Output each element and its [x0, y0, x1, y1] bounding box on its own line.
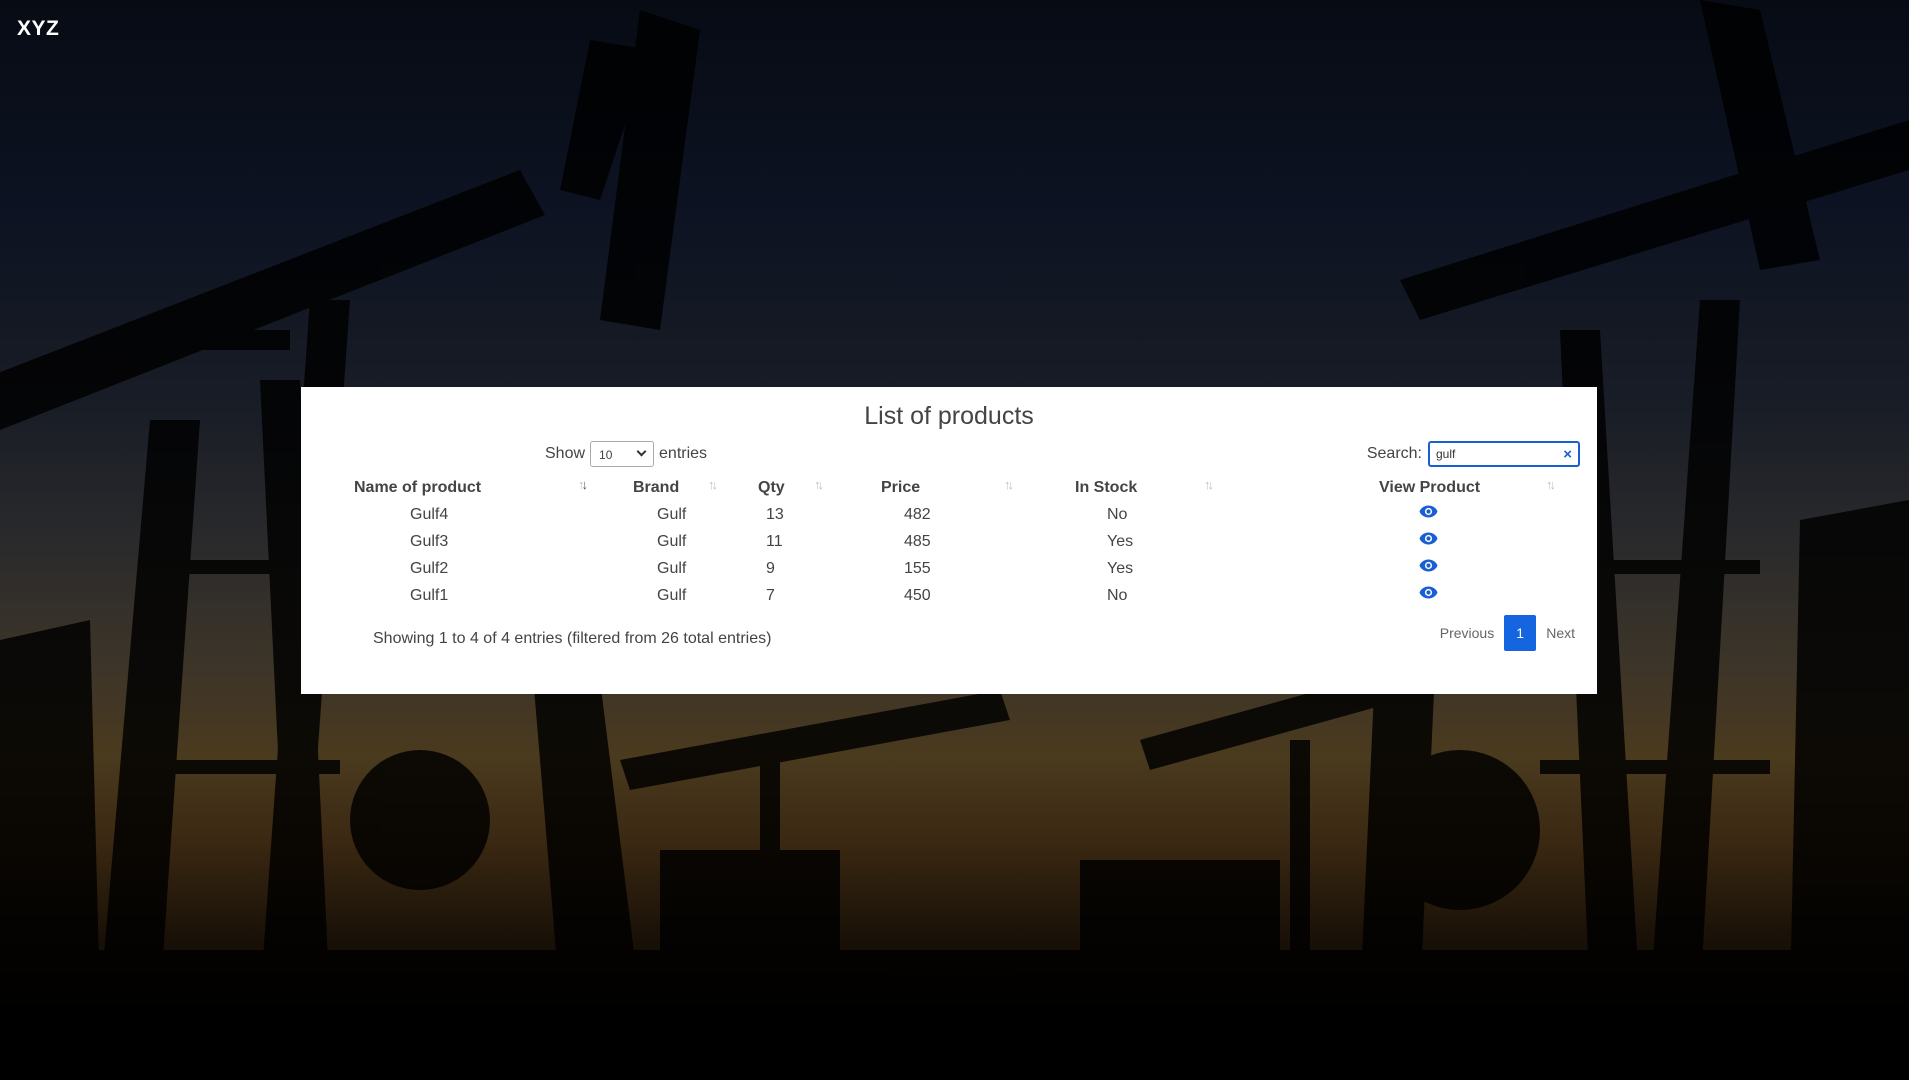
show-label: Show [545, 445, 586, 462]
eye-icon[interactable] [1419, 559, 1438, 577]
cell-price: 482 [904, 505, 931, 523]
brand-logo[interactable]: XYZ [17, 17, 59, 41]
cell-in-stock: Yes [1107, 559, 1134, 577]
table-row: Gulf3 Gulf 11 485 Yes [354, 528, 1576, 555]
eye-icon[interactable] [1419, 532, 1438, 550]
cell-qty: 9 [766, 559, 775, 577]
search-label: Search: [1366, 445, 1422, 462]
cell-brand: Gulf [657, 586, 687, 604]
sort-arrows-icon: ↑↓ [814, 477, 824, 492]
sort-arrows-icon: ↑↓ [1004, 477, 1014, 492]
cell-in-stock: No [1107, 586, 1128, 604]
chevron-down-icon [636, 446, 647, 457]
previous-button[interactable]: Previous [1440, 625, 1494, 641]
sort-arrows-icon: ↑↓ [1546, 477, 1556, 492]
entries-per-page-select[interactable]: 10 [590, 441, 655, 467]
cell-price: 450 [904, 586, 931, 604]
close-icon[interactable]: × [1563, 444, 1572, 466]
column-header-view-product[interactable]: View Product ↑↓ [1236, 475, 1576, 501]
cell-price: 155 [904, 559, 931, 577]
entries-per-page-value: 10 [599, 448, 613, 462]
column-header-price[interactable]: Price ↑↓ [868, 475, 1034, 501]
column-header-brand[interactable]: Brand ↑↓ [586, 475, 741, 501]
sort-arrows-icon: ↑↓ [578, 477, 588, 492]
cell-brand: Gulf [657, 505, 687, 523]
sort-arrows-icon: ↑↓ [1204, 477, 1214, 492]
column-header-name[interactable]: Name of product ↑↓ [354, 475, 588, 501]
cell-price: 485 [904, 532, 931, 550]
cell-name: Gulf3 [410, 532, 449, 550]
search-input[interactable]: gulf × [1428, 441, 1580, 467]
cell-name: Gulf4 [410, 505, 449, 523]
cell-brand: Gulf [657, 532, 687, 550]
eye-icon[interactable] [1419, 505, 1438, 523]
cell-in-stock: Yes [1107, 532, 1134, 550]
column-header-qty[interactable]: Qty ↑↓ [741, 475, 868, 501]
table-info: Showing 1 to 4 of 4 entries (filtered fr… [373, 630, 772, 647]
products-panel: List of products Show 10 entries Search:… [301, 387, 1597, 694]
eye-icon[interactable] [1419, 586, 1438, 604]
entries-length-control: Show 10 entries [545, 439, 707, 469]
table-row: Gulf4 Gulf 13 482 No [354, 501, 1576, 528]
cell-qty: 13 [766, 505, 784, 523]
table-header-row: Name of product ↑↓ Brand ↑↓ Qty ↑↓ Price… [354, 475, 1576, 501]
page-title: List of products [864, 402, 1034, 430]
pagination: Previous 1 Next [1440, 615, 1575, 651]
cell-name: Gulf2 [410, 559, 449, 577]
table-row: Gulf2 Gulf 9 155 Yes [354, 555, 1576, 582]
cell-view-product [1236, 582, 1576, 609]
search-control: Search: gulf × [1367, 439, 1580, 469]
products-table: Name of product ↑↓ Brand ↑↓ Qty ↑↓ Price… [354, 475, 1576, 609]
search-value: gulf [1436, 447, 1456, 461]
column-header-in-stock[interactable]: In Stock ↑↓ [1034, 475, 1236, 501]
cell-view-product [1236, 501, 1576, 528]
cell-qty: 7 [766, 586, 775, 604]
cell-view-product [1236, 528, 1576, 555]
page-button-current[interactable]: 1 [1504, 615, 1537, 651]
table-row: Gulf1 Gulf 7 450 No [354, 582, 1576, 609]
entries-label: entries [659, 445, 708, 462]
cell-brand: Gulf [657, 559, 687, 577]
next-button[interactable]: Next [1546, 625, 1575, 641]
cell-name: Gulf1 [410, 586, 449, 604]
cell-qty: 11 [766, 532, 783, 550]
sort-arrows-icon: ↑↓ [708, 477, 718, 492]
cell-view-product [1236, 555, 1576, 582]
cell-in-stock: No [1107, 505, 1128, 523]
table-body: Gulf4 Gulf 13 482 No Gulf3 Gulf 11 485 Yes Gulf2 Gu… [354, 501, 1576, 609]
